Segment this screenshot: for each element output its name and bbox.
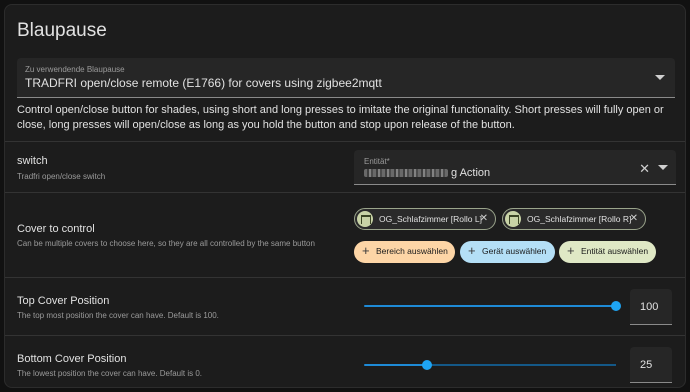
divider [5,141,685,142]
chevron-down-icon[interactable] [658,165,668,170]
add-entity-label: Entität auswählen [581,246,649,256]
switch-subtitle: Tradfri open/close switch [17,172,106,181]
bottom-cover-subtitle: The lowest position the cover can have. … [17,369,202,378]
slider-thumb[interactable] [611,301,621,311]
cover-subtitle: Can be multiple covers to choose here, s… [17,239,315,248]
remove-icon[interactable]: ✕ [480,209,488,229]
entity-value: g Action [364,167,490,179]
cover-title: Cover to control [17,223,95,235]
plus-icon: + [362,243,370,258]
blueprint-select[interactable]: Zu verwendende Blaupause TRADFRI open/cl… [17,58,675,98]
divider [5,277,685,278]
slider-thumb[interactable] [422,360,432,370]
add-entity-button[interactable]: + Entität auswählen [559,241,656,263]
add-device-button[interactable]: + Gerät auswählen [460,241,555,263]
cover-icon [357,211,373,227]
bottom-cover-value-input[interactable]: 25 [630,347,672,383]
top-cover-value-input[interactable]: 100 [630,289,672,325]
blurred-text [364,169,448,177]
switch-title: switch [17,155,48,167]
switch-entity-picker[interactable]: Entität* g Action ✕ [354,150,676,185]
divider [5,335,685,336]
plus-icon: + [567,243,575,258]
entity-value-text: g Action [451,167,491,179]
cover-icon [505,211,521,227]
cover-chip[interactable]: OG_Schlafzimmer [Rollo R] ✕ [502,208,646,230]
clear-icon[interactable]: ✕ [639,161,650,177]
cover-chip[interactable]: OG_Schlafzimmer [Rollo L] ✕ [354,208,496,230]
remove-icon[interactable]: ✕ [630,209,638,229]
top-cover-title: Top Cover Position [17,295,110,307]
bottom-cover-slider[interactable] [364,364,616,366]
add-device-label: Gerät auswählen [482,246,547,256]
plus-icon: + [468,243,476,258]
blueprint-description: Control open/close button for shades, us… [17,104,664,131]
top-cover-subtitle: The top most position the cover can have… [17,311,219,320]
add-area-label: Bereich auswählen [376,246,448,256]
entity-label: Entität* [364,157,390,166]
bottom-cover-title: Bottom Cover Position [17,353,127,365]
slider-track-remaining [427,364,616,366]
blueprint-card: Blaupause Zu verwendende Blaupause TRADF… [4,4,686,388]
add-area-button[interactable]: + Bereich auswählen [354,241,455,263]
chevron-down-icon[interactable] [655,75,665,80]
top-cover-slider[interactable] [364,305,616,307]
cover-chip-label: OG_Schlafzimmer [Rollo R] [527,214,632,224]
divider [5,192,685,193]
cover-chip-label: OG_Schlafzimmer [Rollo L] [379,214,482,224]
blueprint-select-label: Zu verwendende Blaupause [25,65,125,74]
page-title: Blaupause [17,20,107,41]
blueprint-select-value: TRADFRI open/close remote (E1766) for co… [25,76,382,90]
